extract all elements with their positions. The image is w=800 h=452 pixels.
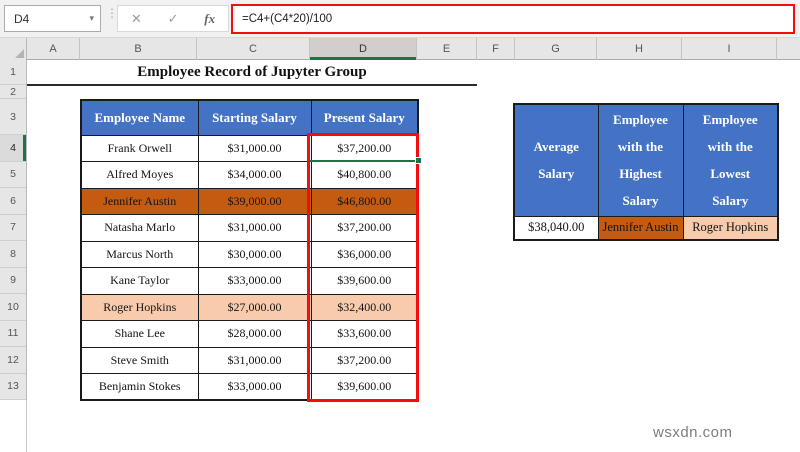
fill-handle[interactable] [415, 157, 422, 164]
annotation-red-rectangle [307, 133, 419, 402]
row-header-7[interactable]: 7 [0, 215, 26, 241]
column-header-h[interactable]: H [597, 38, 682, 60]
row-header-5[interactable]: 5 [0, 162, 26, 188]
formula-input[interactable]: =C4+(C4*20)/100 [231, 4, 795, 34]
cell-starting-salary[interactable]: $31,000.00 [197, 346, 312, 374]
cell-employee-name[interactable]: Jennifer Austin [80, 187, 199, 215]
chevron-down-icon[interactable]: ▾ [89, 13, 94, 24]
row-header-8[interactable]: 8 [0, 241, 26, 268]
row-header-11[interactable]: 11 [0, 321, 26, 347]
header-employee-name[interactable]: Employee Name [80, 99, 199, 136]
cell-highest-salary-employee[interactable]: Jennifer Austin [597, 215, 684, 241]
row-header-4-selected[interactable]: 4 [0, 135, 26, 162]
row-header-13[interactable]: 13 [0, 374, 26, 400]
column-header-d-selected[interactable]: D [310, 38, 417, 60]
cell-employee-name[interactable]: Alfred Moyes [80, 161, 199, 189]
select-all-triangle-icon [15, 49, 24, 58]
name-box-value: D4 [14, 11, 30, 26]
formula-text: =C4+(C4*20)/100 [242, 13, 333, 25]
header-starting-salary[interactable]: Starting Salary [197, 99, 312, 136]
column-header-a[interactable]: A [27, 38, 80, 60]
cell-starting-salary[interactable]: $28,000.00 [197, 320, 312, 348]
cell-employee-name[interactable]: Frank Orwell [80, 134, 199, 162]
select-all-button[interactable] [0, 38, 27, 60]
cell-employee-name[interactable]: Natasha Marlo [80, 214, 199, 242]
row-header-6[interactable]: 6 [0, 188, 26, 215]
column-header-g[interactable]: G [515, 38, 597, 60]
excel-window: D4 ▾ ⋮ ✕ ✓ fx =C4+(C4*20)/100 A B C D E … [0, 0, 800, 452]
cell-employee-name[interactable]: Benjamin Stokes [80, 373, 199, 401]
header-present-salary[interactable]: Present Salary [310, 99, 419, 136]
cell-employee-name[interactable]: Roger Hopkins [80, 293, 199, 321]
summary-value-row: $38,040.00 Jennifer Austin Roger Hopkins [513, 215, 779, 241]
cell-starting-salary[interactable]: $34,000.00 [197, 161, 312, 189]
column-header-bar: A B C D E F G H I [0, 38, 800, 60]
column-header-c[interactable]: C [197, 38, 310, 60]
row-header-10[interactable]: 10 [0, 294, 26, 321]
header-average-salary[interactable]: Average Salary [513, 103, 599, 217]
cell-starting-salary[interactable]: $31,000.00 [197, 134, 312, 162]
insert-function-icon[interactable]: fx [204, 11, 215, 27]
enter-icon[interactable]: ✓ [168, 11, 179, 27]
row-header-bar-extension [0, 400, 27, 452]
formula-buttons: ✕ ✓ fx [117, 5, 229, 32]
cell-starting-salary[interactable]: $33,000.00 [197, 267, 312, 295]
row-header-12[interactable]: 12 [0, 347, 26, 374]
column-header-e[interactable]: E [417, 38, 477, 60]
column-header-i[interactable]: I [682, 38, 777, 60]
summary-header-row: Average Salary Employee with the Highest… [513, 103, 779, 217]
cell-starting-salary[interactable]: $33,000.00 [197, 373, 312, 401]
row-header-1[interactable]: 1 [0, 60, 26, 85]
cancel-icon[interactable]: ✕ [131, 11, 142, 27]
employee-table-header-row: Employee Name Starting Salary Present Sa… [80, 99, 419, 136]
formula-bar: D4 ▾ ⋮ ✕ ✓ fx =C4+(C4*20)/100 [0, 0, 800, 38]
cell-employee-name[interactable]: Shane Lee [80, 320, 199, 348]
row-header-9[interactable]: 9 [0, 268, 26, 294]
cell-lowest-salary-employee[interactable]: Roger Hopkins [682, 215, 779, 241]
cell-average-salary[interactable]: $38,040.00 [513, 215, 599, 241]
name-box[interactable]: D4 ▾ [4, 5, 101, 32]
sheet-title-cell[interactable]: Employee Record of Jupyter Group [27, 60, 477, 86]
cell-starting-salary[interactable]: $39,000.00 [197, 187, 312, 215]
cell-starting-salary[interactable]: $30,000.00 [197, 240, 312, 268]
row-header-bar: 1 2 3 4 5 6 7 8 9 10 11 12 13 [0, 60, 27, 400]
column-header-f[interactable]: F [477, 38, 515, 60]
cell-employee-name[interactable]: Kane Taylor [80, 267, 199, 295]
cell-starting-salary[interactable]: $31,000.00 [197, 214, 312, 242]
active-cell-border [310, 160, 417, 162]
header-highest-salary[interactable]: Employee with the Highest Salary [597, 103, 684, 217]
watermark: wsxdn.com [653, 424, 733, 441]
summary-table: Average Salary Employee with the Highest… [513, 103, 779, 241]
cell-starting-salary[interactable]: $27,000.00 [197, 293, 312, 321]
row-header-2[interactable]: 2 [0, 85, 26, 99]
drag-handle-icon: ⋮ [106, 6, 118, 20]
cell-employee-name[interactable]: Steve Smith [80, 346, 199, 374]
header-lowest-salary[interactable]: Employee with the Lowest Salary [682, 103, 779, 217]
cell-employee-name[interactable]: Marcus North [80, 240, 199, 268]
row-header-3[interactable]: 3 [0, 99, 26, 135]
column-header-b[interactable]: B [80, 38, 197, 60]
